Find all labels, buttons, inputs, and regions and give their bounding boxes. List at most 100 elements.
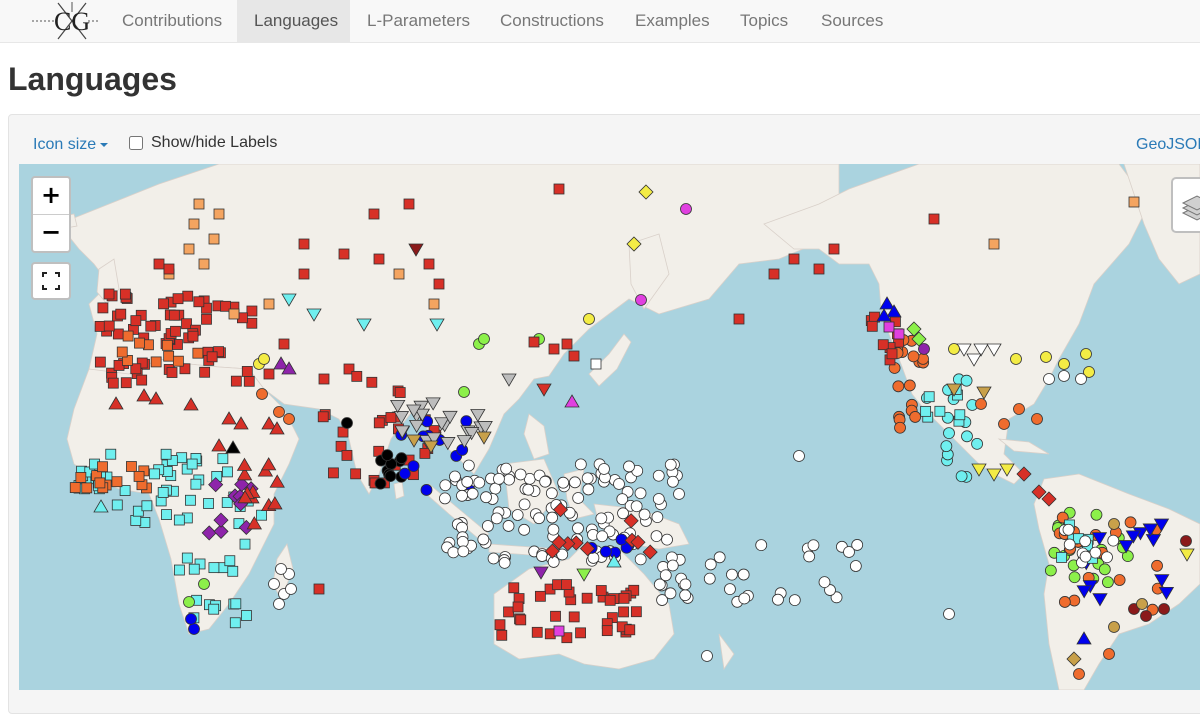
labels-checkbox[interactable] bbox=[129, 136, 143, 150]
language-marker[interactable] bbox=[518, 523, 531, 536]
language-marker[interactable] bbox=[487, 552, 500, 565]
language-marker[interactable] bbox=[514, 468, 527, 481]
language-marker[interactable] bbox=[1068, 571, 1081, 584]
language-marker[interactable] bbox=[1108, 621, 1120, 633]
language-marker[interactable] bbox=[909, 411, 922, 423]
zoom-out-button[interactable]: − bbox=[33, 215, 69, 251]
language-marker[interactable] bbox=[490, 512, 503, 525]
language-marker[interactable] bbox=[595, 512, 608, 525]
language-marker[interactable] bbox=[461, 476, 474, 488]
language-marker[interactable] bbox=[572, 492, 585, 504]
nav-languages[interactable]: Languages bbox=[237, 0, 350, 42]
language-marker[interactable] bbox=[69, 482, 81, 493]
language-marker[interactable] bbox=[1103, 648, 1115, 660]
language-marker[interactable] bbox=[263, 368, 275, 380]
language-marker[interactable] bbox=[229, 617, 241, 629]
fullscreen-button[interactable] bbox=[31, 262, 71, 300]
language-marker[interactable] bbox=[149, 468, 160, 480]
language-marker[interactable] bbox=[480, 491, 492, 504]
language-marker[interactable] bbox=[1043, 373, 1055, 385]
zoom-in-button[interactable]: + bbox=[33, 178, 69, 215]
language-marker[interactable] bbox=[182, 290, 194, 302]
language-marker[interactable] bbox=[158, 298, 169, 310]
language-marker[interactable] bbox=[341, 417, 353, 429]
language-marker[interactable] bbox=[661, 533, 673, 546]
language-marker[interactable] bbox=[553, 183, 565, 195]
language-marker[interactable] bbox=[318, 373, 330, 385]
language-marker[interactable] bbox=[581, 472, 594, 485]
language-marker[interactable] bbox=[183, 596, 195, 608]
language-marker[interactable] bbox=[143, 339, 154, 351]
language-marker[interactable] bbox=[534, 590, 546, 602]
language-marker[interactable] bbox=[213, 208, 225, 220]
language-marker[interactable] bbox=[1151, 559, 1163, 572]
language-marker[interactable] bbox=[1058, 358, 1070, 370]
language-marker[interactable] bbox=[75, 472, 87, 483]
language-marker[interactable] bbox=[907, 350, 920, 363]
language-marker[interactable] bbox=[115, 308, 127, 320]
language-marker[interactable] bbox=[183, 243, 195, 255]
language-marker[interactable] bbox=[111, 499, 123, 511]
language-marker[interactable] bbox=[988, 238, 1000, 250]
language-marker[interactable] bbox=[120, 377, 132, 389]
language-marker[interactable] bbox=[601, 625, 613, 637]
language-marker[interactable] bbox=[457, 545, 470, 558]
language-marker[interactable] bbox=[160, 448, 172, 460]
language-marker[interactable] bbox=[217, 453, 229, 465]
language-marker[interactable] bbox=[596, 530, 609, 543]
language-marker[interactable] bbox=[918, 343, 930, 355]
language-marker[interactable] bbox=[849, 560, 862, 572]
language-marker[interactable] bbox=[462, 459, 475, 472]
language-marker[interactable] bbox=[788, 594, 801, 607]
language-marker[interactable] bbox=[103, 320, 115, 332]
language-marker[interactable] bbox=[227, 565, 239, 577]
language-marker[interactable] bbox=[511, 509, 524, 521]
language-marker[interactable] bbox=[943, 608, 955, 620]
language-marker[interactable] bbox=[651, 511, 664, 524]
language-marker[interactable] bbox=[239, 538, 251, 550]
icon-size-dropdown[interactable]: Icon size bbox=[33, 136, 109, 154]
language-marker[interactable] bbox=[650, 530, 663, 543]
language-marker[interactable] bbox=[201, 313, 212, 325]
language-marker[interactable] bbox=[1113, 574, 1126, 586]
language-marker[interactable] bbox=[630, 606, 642, 618]
language-marker[interactable] bbox=[617, 507, 629, 520]
language-marker[interactable] bbox=[163, 263, 175, 275]
language-marker[interactable] bbox=[886, 348, 898, 360]
language-marker[interactable] bbox=[228, 308, 240, 320]
language-marker[interactable] bbox=[630, 500, 643, 513]
language-marker[interactable] bbox=[515, 614, 527, 626]
language-marker[interactable] bbox=[350, 468, 362, 480]
language-marker[interactable] bbox=[737, 568, 750, 581]
language-marker[interactable] bbox=[241, 366, 253, 377]
language-map[interactable] bbox=[19, 164, 1200, 690]
language-marker[interactable] bbox=[351, 370, 363, 382]
language-marker[interactable] bbox=[206, 351, 218, 363]
language-marker[interactable] bbox=[126, 461, 137, 472]
language-marker[interactable] bbox=[1079, 550, 1092, 563]
language-marker[interactable] bbox=[940, 440, 953, 453]
language-marker[interactable] bbox=[268, 578, 280, 590]
language-marker[interactable] bbox=[246, 305, 258, 317]
language-marker[interactable] bbox=[569, 476, 581, 489]
language-marker[interactable] bbox=[173, 564, 185, 576]
language-marker[interactable] bbox=[298, 238, 310, 250]
language-marker[interactable] bbox=[313, 583, 325, 595]
language-marker[interactable] bbox=[170, 325, 181, 337]
language-marker[interactable] bbox=[393, 268, 405, 280]
language-marker[interactable] bbox=[494, 619, 506, 631]
language-marker[interactable] bbox=[298, 268, 310, 280]
language-marker[interactable] bbox=[1040, 351, 1052, 363]
nav-constructions[interactable]: Constructions bbox=[483, 0, 621, 42]
language-marker[interactable] bbox=[807, 539, 820, 552]
language-marker[interactable] bbox=[172, 355, 184, 367]
language-marker[interactable] bbox=[335, 440, 347, 452]
language-marker[interactable] bbox=[338, 248, 350, 260]
language-marker[interactable] bbox=[679, 578, 692, 591]
language-marker[interactable] bbox=[1080, 348, 1092, 360]
language-marker[interactable] bbox=[187, 330, 199, 342]
language-marker[interactable] bbox=[624, 624, 636, 636]
language-marker[interactable] bbox=[547, 556, 560, 568]
language-marker[interactable] bbox=[105, 448, 117, 460]
language-marker[interactable] bbox=[366, 376, 378, 388]
